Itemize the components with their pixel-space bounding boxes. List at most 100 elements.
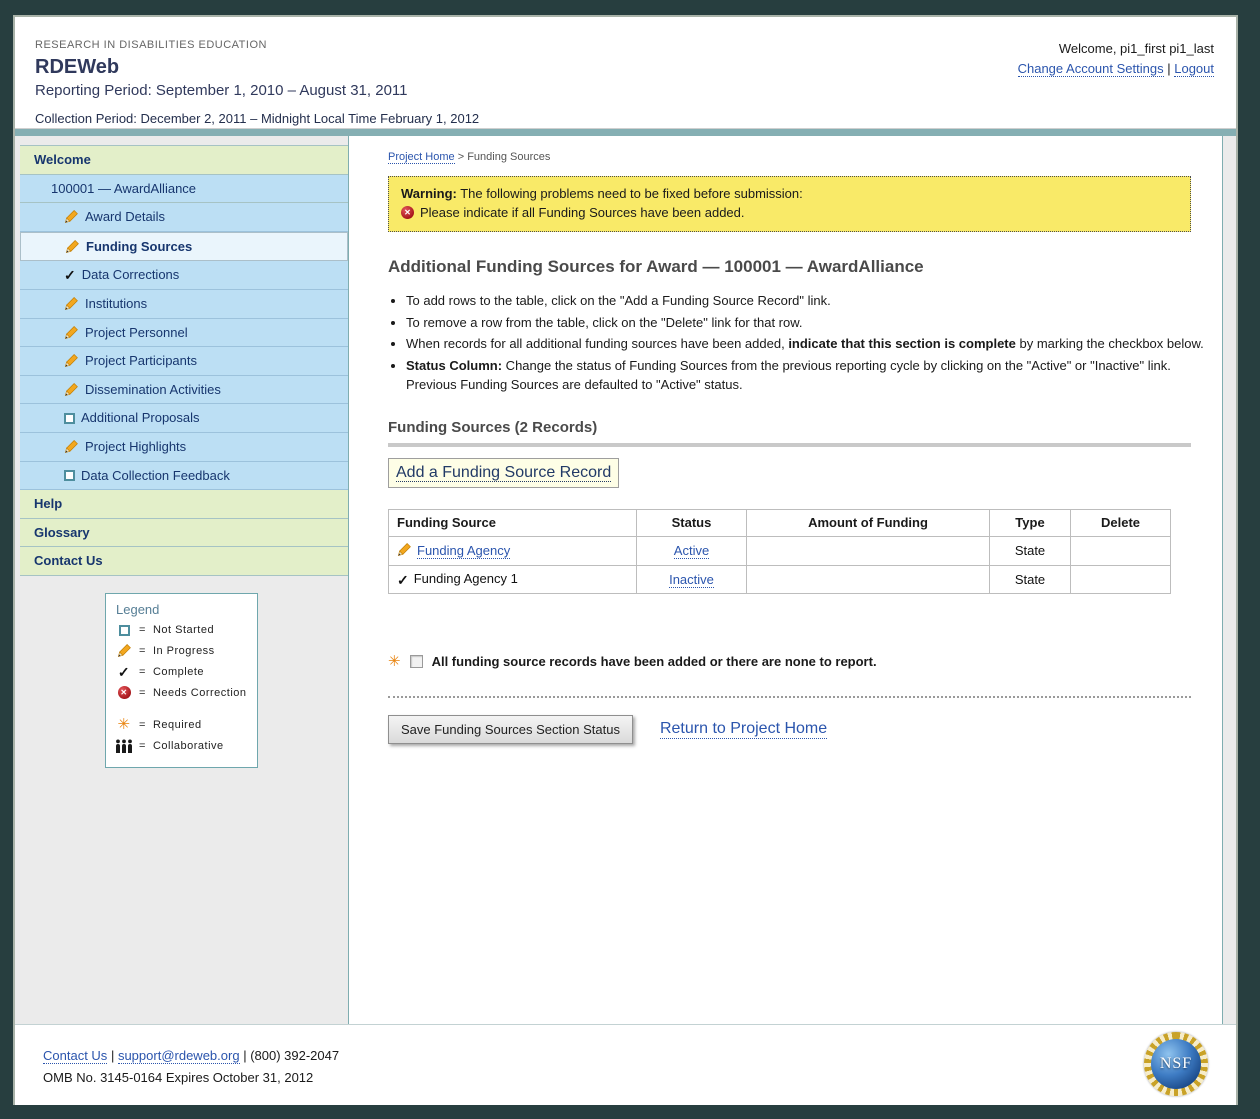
all-records-added-checkbox[interactable] bbox=[410, 655, 423, 668]
agency-name: RESEARCH IN DISABILITIES EDUCATION bbox=[35, 39, 479, 51]
nsf-logo: NSF bbox=[1144, 1032, 1208, 1096]
header-branding: RESEARCH IN DISABILITIES EDUCATION RDEWe… bbox=[35, 39, 479, 126]
column-header-amount-of-funding: Amount of Funding bbox=[747, 509, 990, 536]
nsf-logo-globe: NSF bbox=[1151, 1039, 1201, 1089]
legend-icon-wrap bbox=[116, 625, 132, 636]
footer-email-link[interactable]: support@rdeweb.org bbox=[118, 1048, 240, 1064]
app-title: RDEWeb bbox=[35, 56, 479, 79]
sidebar-item-label: Dissemination Activities bbox=[85, 382, 221, 398]
funding-source-link[interactable]: Funding Agency bbox=[417, 543, 510, 559]
instruction-text: by marking the checkbox below. bbox=[1016, 336, 1204, 351]
sidebar-item-label: Data Corrections bbox=[82, 267, 180, 283]
account-separator: | bbox=[1167, 61, 1170, 76]
body: Welcome 100001 — AwardAlliance Award Detai… bbox=[15, 136, 1236, 1024]
sidebar-item-project-participants[interactable]: Project Participants bbox=[20, 347, 348, 376]
instruction-item: Status Column: Change the status of Fund… bbox=[406, 356, 1206, 395]
column-header-delete: Delete bbox=[1071, 509, 1171, 536]
breadcrumb-current: Funding Sources bbox=[467, 151, 550, 163]
sidebar-item-additional-proposals[interactable]: Additional Proposals bbox=[20, 404, 348, 433]
legend-entry-in-progress: =In Progress bbox=[116, 643, 251, 658]
legend-equals: = bbox=[139, 719, 146, 731]
change-account-settings-link[interactable]: Change Account Settings bbox=[1018, 61, 1164, 77]
sidebar-item-label: Contact Us bbox=[34, 553, 103, 569]
footer-omb-line: OMB No. 3145-0164 Expires October 31, 20… bbox=[43, 1070, 1236, 1085]
instruction-text: indicate that this section is complete bbox=[788, 336, 1016, 351]
legend-entries: =Not Started =In Progress ✓=Complete ✕=Need… bbox=[116, 624, 251, 753]
instruction-text: To remove a row from the table, click on… bbox=[406, 315, 803, 330]
pencil-icon bbox=[65, 239, 80, 254]
legend-title: Legend bbox=[116, 602, 251, 617]
legend-box: Legend =Not Started =In Progress ✓=Complet… bbox=[105, 593, 258, 768]
sidebar-item-dissemination-activities[interactable]: Dissemination Activities bbox=[20, 376, 348, 405]
legend-equals: = bbox=[139, 740, 146, 752]
sidebar-item-glossary[interactable]: Glossary bbox=[20, 519, 348, 548]
pencil-icon bbox=[64, 382, 79, 397]
collaborative-icon bbox=[115, 739, 133, 753]
pencil-icon bbox=[64, 353, 79, 368]
return-to-project-home-link[interactable]: Return to Project Home bbox=[660, 720, 827, 739]
legend-entry-complete: ✓=Complete bbox=[116, 665, 251, 679]
warning-box: Warning: The following problems need to … bbox=[388, 176, 1191, 232]
sidebar-item-label: Institutions bbox=[85, 296, 147, 312]
sidebar: Welcome 100001 — AwardAlliance Award Detai… bbox=[15, 136, 349, 1024]
sidebar-item-label: Welcome bbox=[34, 152, 91, 168]
warning-headline: Warning: The following problems need to … bbox=[401, 186, 1178, 201]
funding-sources-table: Funding SourceStatusAmount of FundingTyp… bbox=[388, 509, 1171, 594]
breadcrumb: Project Home > Funding Sources bbox=[388, 151, 1206, 163]
sidebar-item-label: Award Details bbox=[85, 209, 165, 225]
footer-contact-us-link[interactable]: Contact Us bbox=[43, 1048, 107, 1064]
footer-separator: | bbox=[243, 1048, 246, 1063]
sidebar-item-label: Project Personnel bbox=[85, 325, 188, 341]
sidebar-item-data-collection-feedback[interactable]: Data Collection Feedback bbox=[20, 462, 348, 491]
check-icon: ✓ bbox=[118, 665, 130, 679]
confirm-section: ✳ All funding source records have been a… bbox=[388, 654, 1206, 669]
status-link-inactive[interactable]: Inactive bbox=[669, 572, 714, 588]
column-header-funding-source: Funding Source bbox=[389, 509, 637, 536]
legend-entry-needs-correction: ✕=Needs Correction bbox=[116, 686, 251, 699]
legend-entry-not-started: =Not Started bbox=[116, 624, 251, 636]
page-title: Additional Funding Sources for Award — 1… bbox=[388, 257, 1206, 277]
add-funding-source-box: Add a Funding Source Record bbox=[388, 458, 619, 488]
table-row: Funding AgencyActiveState bbox=[389, 536, 1171, 565]
logout-link[interactable]: Logout bbox=[1174, 61, 1214, 77]
sidebar-item-welcome[interactable]: Welcome bbox=[20, 145, 348, 175]
account-area: Welcome, pi1_first pi1_last Change Accou… bbox=[1018, 41, 1214, 76]
section-rule bbox=[388, 443, 1191, 447]
footer-contact-line: Contact Us | support@rdeweb.org | (800) … bbox=[43, 1048, 1236, 1063]
actions: Save Funding Sources Section Status Retu… bbox=[388, 715, 1206, 744]
instruction-text: Change the status of Funding Sources fro… bbox=[406, 358, 1171, 393]
sidebar-item-funding-sources[interactable]: Funding Sources bbox=[20, 232, 348, 262]
sidebar-item-help[interactable]: Help bbox=[20, 490, 348, 519]
sidebar-item-contact-us[interactable]: Contact Us bbox=[20, 547, 348, 576]
collection-period: Collection Period: December 2, 2011 – Mi… bbox=[35, 111, 479, 126]
sidebar-item-label: 100001 — AwardAlliance bbox=[51, 181, 196, 197]
sidebar-item-award-details[interactable]: Award Details bbox=[20, 203, 348, 232]
instruction-list: To add rows to the table, click on the "… bbox=[388, 291, 1206, 395]
sidebar-item-data-corrections[interactable]: ✓Data Corrections bbox=[20, 261, 348, 290]
legend-entry-collaborative: = Collaborative bbox=[116, 739, 251, 753]
add-funding-source-link[interactable]: Add a Funding Source Record bbox=[396, 464, 611, 482]
funding-source-cell: Funding Agency bbox=[389, 536, 637, 565]
legend-label: Collaborative bbox=[153, 740, 224, 752]
status-link-active[interactable]: Active bbox=[674, 543, 709, 559]
status-cell: Inactive bbox=[637, 565, 747, 593]
instruction-text: To add rows to the table, click on the "… bbox=[406, 293, 831, 308]
sidebar-item-label: Project Participants bbox=[85, 353, 197, 369]
sidebar-item-project-personnel[interactable]: Project Personnel bbox=[20, 319, 348, 348]
legend-equals: = bbox=[139, 687, 146, 699]
sidebar-item-label: Help bbox=[34, 496, 62, 512]
table-header-row: Funding SourceStatusAmount of FundingTyp… bbox=[389, 509, 1171, 536]
type-cell: State bbox=[990, 565, 1071, 593]
sidebar-item-project-highlights[interactable]: Project Highlights bbox=[20, 433, 348, 462]
not-started-checkbox-icon bbox=[64, 470, 75, 481]
legend-icon-wrap bbox=[116, 643, 132, 658]
confirm-label: All funding source records have been add… bbox=[432, 654, 877, 669]
save-section-status-button[interactable]: Save Funding Sources Section Status bbox=[388, 715, 633, 744]
instruction-item: When records for all additional funding … bbox=[406, 334, 1206, 354]
not-started-checkbox-icon bbox=[64, 413, 75, 424]
funding-source-name: Funding Agency 1 bbox=[414, 571, 518, 586]
column-header-status: Status bbox=[637, 509, 747, 536]
breadcrumb-project-home-link[interactable]: Project Home bbox=[388, 151, 455, 164]
sidebar-item-institutions[interactable]: Institutions bbox=[20, 290, 348, 319]
right-gutter bbox=[1223, 136, 1236, 1024]
